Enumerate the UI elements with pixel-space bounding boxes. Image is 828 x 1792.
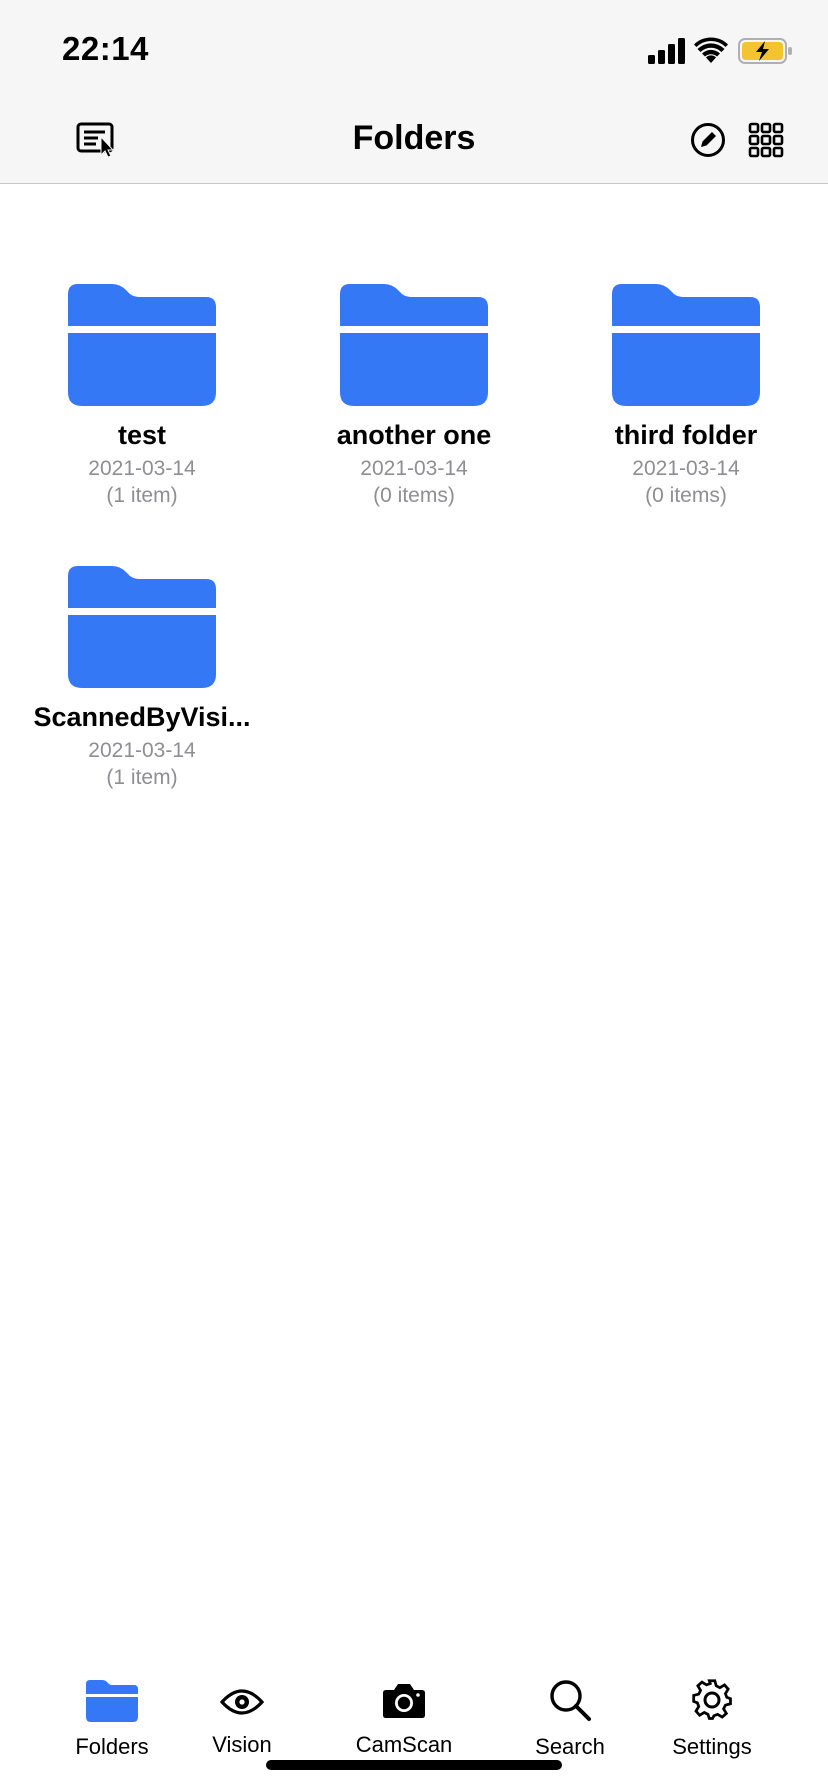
folder-icon bbox=[340, 284, 488, 406]
folder-name: test bbox=[117, 420, 166, 450]
screen: 22:14 Folders test 2021-03-14 (1 item) a… bbox=[0, 0, 828, 1792]
folder-item-count: (0 items) bbox=[373, 484, 455, 507]
tab-label: Settings bbox=[672, 1734, 752, 1759]
tab-search[interactable]: Search bbox=[500, 1678, 640, 1760]
folder-name: third folder bbox=[614, 420, 758, 450]
pencil-circle-icon bbox=[691, 123, 725, 157]
top-bar: 22:14 Folders bbox=[0, 0, 828, 184]
home-indicator[interactable] bbox=[266, 1760, 562, 1770]
folder-item-count: (0 items) bbox=[645, 484, 727, 507]
tab-camscan[interactable]: CamScan bbox=[334, 1682, 474, 1758]
tab-vision[interactable]: Vision bbox=[172, 1684, 312, 1758]
folder-name: ScannedByVisi... bbox=[33, 702, 251, 732]
tab-settings[interactable]: Settings bbox=[642, 1678, 782, 1760]
tab-label: Vision bbox=[212, 1732, 272, 1757]
folder-name: another one bbox=[336, 420, 492, 450]
cellular-signal-icon bbox=[648, 38, 685, 64]
grid-view-button[interactable] bbox=[748, 122, 784, 158]
gear-icon bbox=[692, 1679, 732, 1720]
tab-label: CamScan bbox=[355, 1732, 453, 1757]
battery-charging-icon bbox=[738, 38, 792, 64]
folder-date: 2021-03-14 bbox=[360, 457, 468, 480]
folder-item[interactable]: third folder 2021-03-14 (0 items) bbox=[556, 284, 816, 509]
eye-icon bbox=[220, 1689, 264, 1715]
wifi-icon bbox=[694, 37, 728, 63]
status-time: 22:14 bbox=[62, 30, 149, 67]
folder-icon bbox=[68, 284, 216, 406]
tab-label: Search bbox=[535, 1734, 605, 1759]
tab-bar: Folders Vision CamScan Search Settings bbox=[0, 1660, 828, 1792]
status-icons bbox=[648, 34, 798, 66]
folder-item[interactable]: test 2021-03-14 (1 item) bbox=[12, 284, 272, 509]
folder-icon bbox=[68, 566, 216, 688]
search-icon bbox=[550, 1680, 591, 1721]
folder-item-count: (1 item) bbox=[106, 766, 178, 789]
folder-date: 2021-03-14 bbox=[632, 457, 740, 480]
camera-icon bbox=[383, 1684, 425, 1718]
grid-icon bbox=[748, 122, 784, 158]
folder-date: 2021-03-14 bbox=[88, 739, 196, 762]
tab-folders[interactable]: Folders bbox=[42, 1680, 182, 1760]
tab-label: Folders bbox=[75, 1734, 149, 1759]
folder-date: 2021-03-14 bbox=[88, 457, 196, 480]
folder-icon bbox=[612, 284, 760, 406]
folder-item-count: (1 item) bbox=[106, 484, 178, 507]
edit-button[interactable] bbox=[690, 122, 726, 158]
folder-item[interactable]: ScannedByVisi... 2021-03-14 (1 item) bbox=[12, 566, 272, 791]
folder-icon bbox=[86, 1680, 138, 1722]
folder-item[interactable]: another one 2021-03-14 (0 items) bbox=[284, 284, 544, 509]
